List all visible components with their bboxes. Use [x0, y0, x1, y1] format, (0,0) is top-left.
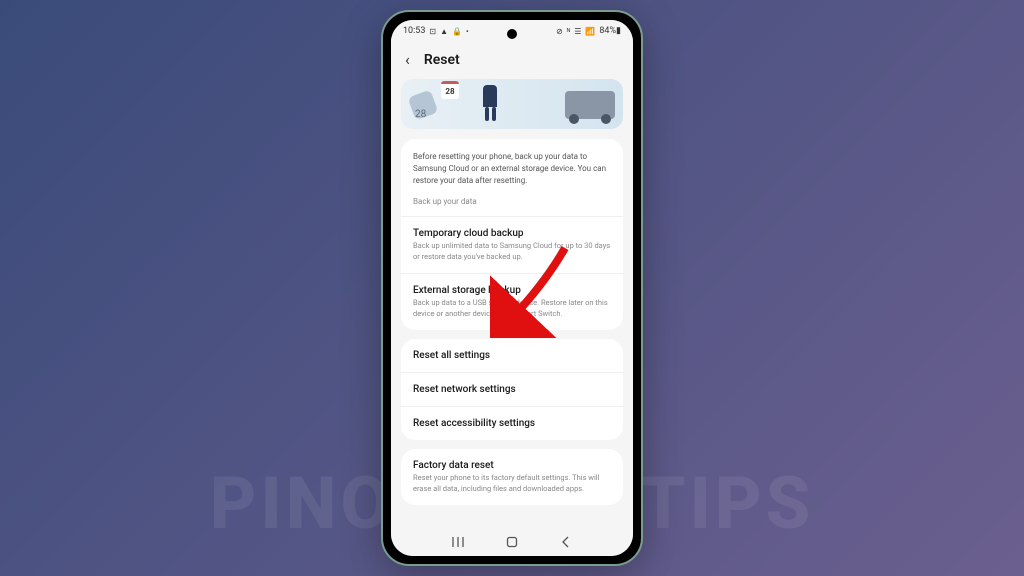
item-title: Reset all settings — [413, 350, 611, 361]
backup-card: Before resetting your phone, back up you… — [401, 139, 623, 330]
back-button[interactable] — [557, 533, 575, 551]
status-right: ⊘ ᴺ ☰ 📶 84%▮ — [556, 26, 621, 36]
status-time: 10:53 — [403, 26, 425, 36]
item-sub: Back up data to a USB storage device. Re… — [413, 298, 611, 319]
phone-frame: 10:53 ⊡ ▲ 🔒 • ⊘ ᴺ ☰ 📶 84%▮ ‹ Reset 28 28 — [381, 10, 643, 566]
status-left-icons: ⊡ ▲ 🔒 • — [429, 27, 469, 36]
reset-accessibility-settings-item[interactable]: Reset accessibility settings — [401, 406, 623, 440]
external-storage-backup-item[interactable]: External storage backup Back up data to … — [401, 273, 623, 330]
temporary-cloud-backup-item[interactable]: Temporary cloud backup Back up unlimited… — [401, 216, 623, 273]
navigation-bar — [391, 528, 633, 556]
factory-data-reset-item[interactable]: Factory data reset Reset your phone to i… — [401, 449, 623, 505]
back-icon[interactable]: ‹ — [405, 50, 410, 69]
item-title: Factory data reset — [413, 460, 611, 471]
factory-reset-card: Factory data reset Reset your phone to i… — [401, 449, 623, 505]
reset-options-card: Reset all settings Reset network setting… — [401, 339, 623, 440]
camera-hole — [507, 29, 517, 39]
item-sub: Back up unlimited data to Samsung Cloud … — [413, 241, 611, 262]
screen: 10:53 ⊡ ▲ 🔒 • ⊘ ᴺ ☰ 📶 84%▮ ‹ Reset 28 28 — [391, 20, 633, 556]
banner-illustration: 28 28 — [401, 79, 623, 129]
cart-illustration — [565, 91, 615, 119]
item-sub: Reset your phone to its factory default … — [413, 473, 611, 494]
status-battery: 84%▮ — [599, 26, 621, 36]
header: ‹ Reset — [391, 42, 633, 73]
reset-network-settings-item[interactable]: Reset network settings — [401, 372, 623, 406]
item-title: Temporary cloud backup — [413, 228, 611, 239]
item-title: Reset network settings — [413, 384, 611, 395]
backup-label: Back up your data — [401, 193, 623, 216]
recents-button[interactable] — [449, 533, 467, 551]
intro-text: Before resetting your phone, back up you… — [401, 139, 623, 193]
calendar-icon: 28 — [441, 81, 459, 99]
status-right-icons: ⊘ ᴺ ☰ 📶 — [556, 27, 596, 36]
item-title: Reset accessibility settings — [413, 418, 611, 429]
page-title: Reset — [424, 52, 460, 68]
item-title: External storage backup — [413, 285, 611, 296]
status-left: 10:53 ⊡ ▲ 🔒 • — [403, 26, 470, 36]
home-button[interactable] — [503, 533, 521, 551]
banner-number: 28 — [415, 109, 426, 120]
person-illustration — [476, 85, 504, 125]
content-scroll[interactable]: 28 28 Before resetting your phone, back … — [391, 73, 633, 528]
reset-all-settings-item[interactable]: Reset all settings — [401, 339, 623, 372]
